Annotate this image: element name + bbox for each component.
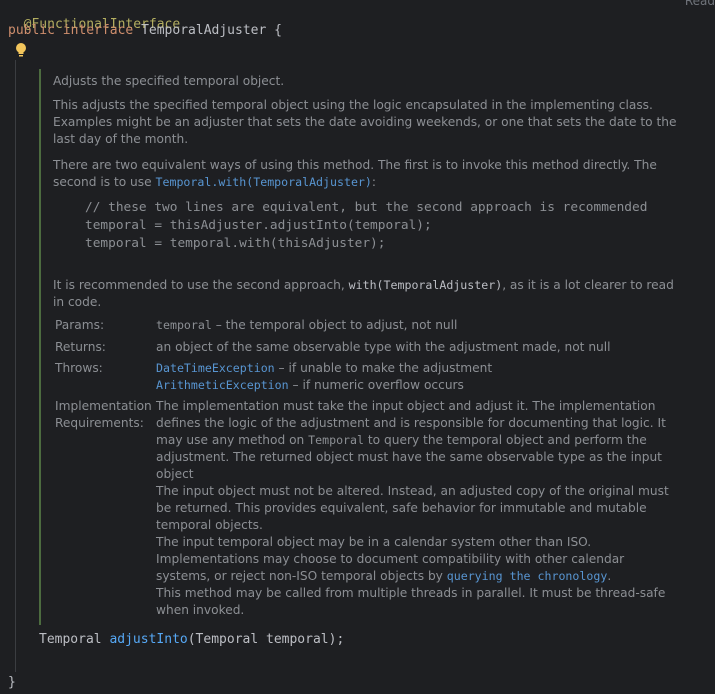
code-example-line: temporal = temporal.with(thisAdjuster); xyxy=(85,236,386,251)
doc-summary: Adjusts the specified temporal object. xyxy=(53,74,285,88)
doc-recommendation: It is recommended to use the second appr… xyxy=(53,277,678,311)
lightbulb-icon[interactable] xyxy=(14,42,28,60)
params-body: temporal – the temporal object to adjust… xyxy=(156,317,681,334)
recommend-pre: It is recommended to use the second appr… xyxy=(53,278,345,292)
close-brace: } xyxy=(8,675,16,690)
doc-code-example: // these two lines are equivalent, but t… xyxy=(85,199,647,253)
keyword-interface[interactable]: interface xyxy=(63,23,133,38)
impl-p1-code: Temporal xyxy=(308,433,364,447)
impl-para-4: This method may be called from multiple … xyxy=(156,586,666,617)
throws-item: DateTimeException – if unable to make th… xyxy=(156,360,681,377)
method-declaration: Temporal adjustInto(Temporal temporal); xyxy=(39,632,344,647)
arithmeticexception-link[interactable]: ArithmeticException xyxy=(156,378,289,392)
throws-text: – if numeric overflow occurs xyxy=(288,378,464,392)
impl-para-2: The input object must not be altered. In… xyxy=(156,484,669,532)
indent-guide xyxy=(15,60,16,672)
javadoc-rendered-block: Adjusts the specified temporal object. T… xyxy=(39,69,679,625)
doc-ways-end: : xyxy=(371,175,377,189)
return-type[interactable]: Temporal xyxy=(39,632,102,647)
throws-label: Throws: xyxy=(55,361,103,375)
returns-text: an object of the same observable type wi… xyxy=(156,340,611,354)
keyword-public[interactable]: public xyxy=(8,23,55,38)
querying-chronology-link[interactable]: querying the chronology xyxy=(447,569,608,583)
datetimeexception-link[interactable]: DateTimeException xyxy=(156,361,275,375)
impl-para-3: The input temporal object may be in a ca… xyxy=(156,534,681,585)
params-text: – the temporal object to adjust, not nul… xyxy=(211,318,458,332)
interface-name[interactable]: TemporalAdjuster xyxy=(141,23,266,38)
impl-label-line2: Requirements: xyxy=(55,416,144,430)
reader-mode-label[interactable]: Read xyxy=(685,0,715,8)
throws-text: – if unable to make the adjustment xyxy=(274,361,493,375)
doc-ways: There are two equivalent ways of using t… xyxy=(53,157,678,191)
code-example-line: // these two lines are equivalent, but t… xyxy=(85,200,648,215)
implementation-label: Implementation Requirements: xyxy=(55,398,155,432)
returns-label: Returns: xyxy=(55,340,106,354)
params-label: Params: xyxy=(55,318,105,332)
throws-item: ArithmeticException – if numeric overflo… xyxy=(156,377,681,394)
impl-p3-b: . xyxy=(607,569,612,583)
throws-body: DateTimeException – if unable to make th… xyxy=(156,360,681,394)
params-code: temporal xyxy=(156,318,212,332)
code-example-line: temporal = thisAdjuster.adjustInto(tempo… xyxy=(85,218,432,233)
implementation-body: The implementation must take the input o… xyxy=(156,398,681,619)
temporal-with-link[interactable]: Temporal.with(TemporalAdjuster) xyxy=(156,175,372,189)
method-name[interactable]: adjustInto xyxy=(109,632,187,647)
recommend-code: with(TemporalAdjuster) xyxy=(348,278,503,292)
open-brace: { xyxy=(274,23,282,38)
method-params: (Temporal temporal); xyxy=(187,632,345,647)
impl-label-line1: Implementation xyxy=(55,399,152,413)
impl-para-1: The implementation must take the input o… xyxy=(156,398,681,483)
doc-description: This adjusts the specified temporal obje… xyxy=(53,98,677,146)
interface-declaration: public interface TemporalAdjuster { xyxy=(8,23,282,38)
